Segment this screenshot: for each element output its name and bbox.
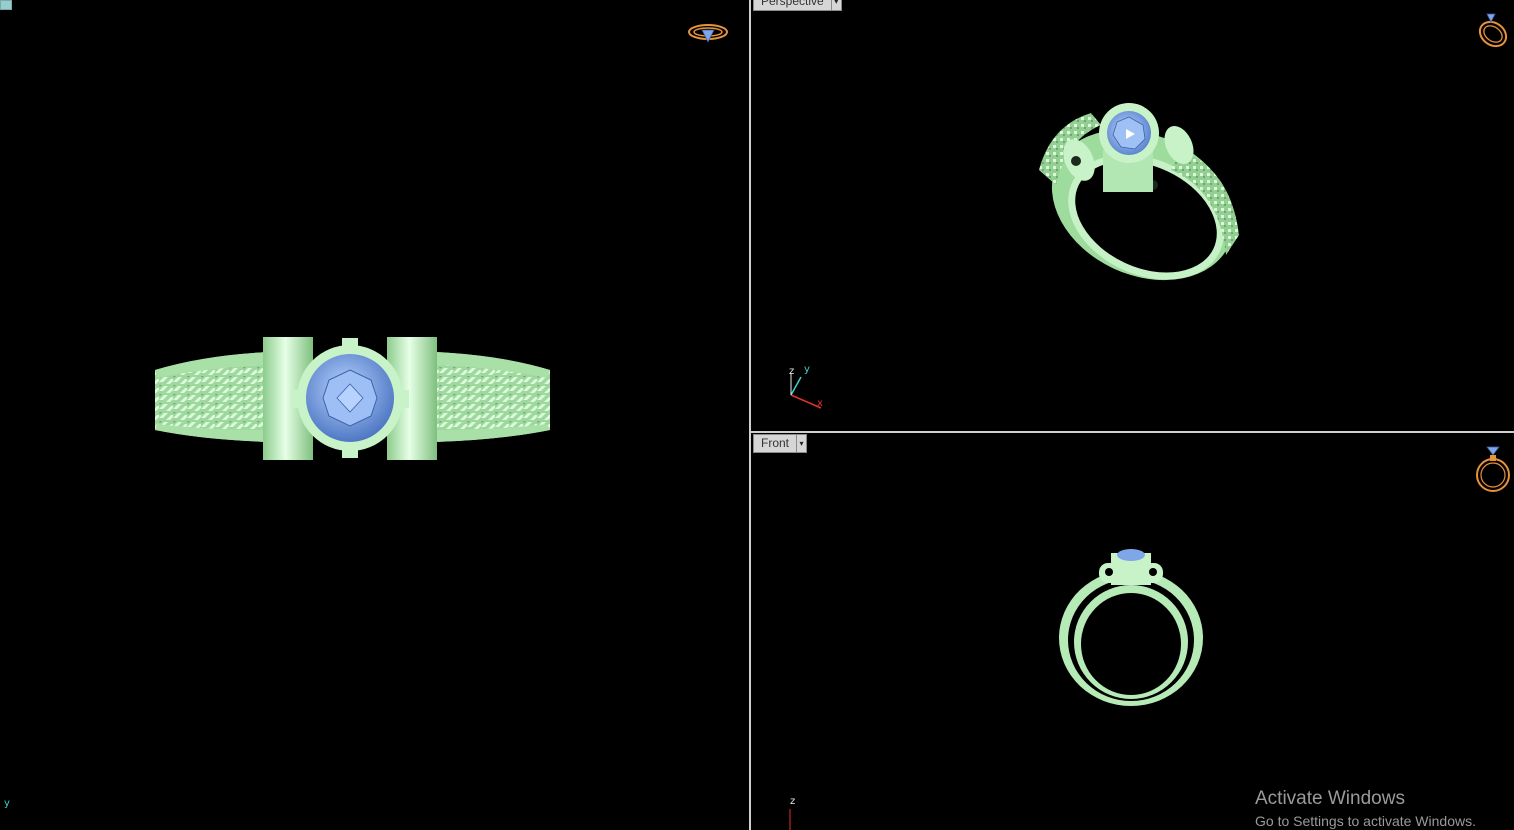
nav-cube-front-icon[interactable] [1473, 443, 1513, 495]
viewport-top[interactable]: y [0, 0, 749, 830]
tab-front-label: Front [754, 435, 797, 452]
perspective-axis-z: z [789, 366, 795, 377]
perspective-axis-x: x [817, 398, 823, 409]
viewport-front[interactable]: z [751, 433, 1514, 830]
ring-model-top-view [155, 337, 550, 460]
chevron-down-icon[interactable]: ▾ [796, 435, 806, 452]
nav-cube-top-icon[interactable] [687, 20, 729, 46]
nav-cube-perspective-icon[interactable] [1471, 8, 1511, 50]
tab-front[interactable]: Front ▾ [753, 434, 808, 453]
activate-windows-subtitle: Go to Settings to activate Windows. [1255, 813, 1476, 829]
viewport-perspective[interactable]: z y x [751, 0, 1514, 431]
perspective-axis-y: y [804, 364, 810, 375]
tab-perspective-label: Perspective [754, 0, 831, 10]
front-axis-z-line [789, 809, 791, 830]
tab-perspective[interactable]: Perspective ▾ [753, 0, 842, 11]
chevron-down-icon[interactable]: ▾ [830, 0, 841, 10]
top-axis-label: y [4, 798, 10, 809]
ring-model-perspective [1039, 103, 1239, 281]
activate-windows-title: Activate Windows [1255, 788, 1405, 809]
ring-model-front-view [1059, 549, 1203, 706]
viewport-top-menu-button[interactable] [0, 0, 12, 10]
front-axis-z: z [790, 796, 796, 807]
